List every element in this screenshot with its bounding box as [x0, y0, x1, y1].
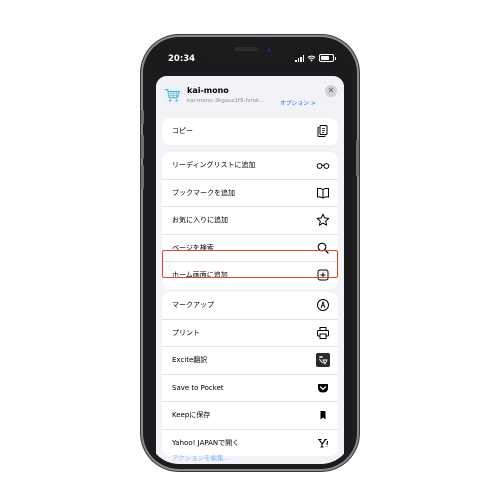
action-reading-list[interactable]: リーディングリストに追加 — [162, 152, 338, 180]
phone-screen: 20:34 kai-mono kai-mono-3kgauz1f5-hirok. — [148, 42, 352, 464]
action-print[interactable]: プリント — [162, 320, 338, 347]
action-label: コピー — [172, 127, 193, 135]
add-square-icon — [317, 269, 329, 281]
battery-icon — [319, 54, 334, 62]
action-copy[interactable]: コピー — [162, 118, 338, 145]
action-label: Keepに保存 — [172, 411, 211, 419]
action-label: Excite翻訳 — [172, 356, 208, 364]
glasses-icon — [316, 163, 330, 169]
close-button[interactable]: ✕ — [325, 85, 337, 97]
speaker — [234, 47, 258, 51]
book-icon — [317, 187, 329, 199]
printer-icon — [317, 326, 329, 339]
action-add-bookmark[interactable]: ブックマークを追加 — [162, 180, 338, 207]
action-group-safari: リーディングリストに追加 ブックマークを追加 お気に入りに追加 ページを検索 ホ… — [162, 152, 338, 289]
action-label: Save to Pocket — [172, 383, 224, 392]
front-camera — [266, 47, 272, 53]
action-label: お気に入りに追加 — [172, 216, 228, 224]
action-label: ホーム画面に追加 — [172, 271, 228, 279]
action-label: マークアップ — [172, 301, 214, 309]
status-icons — [295, 54, 336, 62]
copy-icon — [317, 125, 328, 137]
site-name: kai-mono — [187, 86, 229, 95]
edit-actions-link[interactable]: アクションを編集... — [172, 452, 230, 462]
action-add-to-home-screen[interactable]: ホーム画面に追加 — [162, 262, 338, 289]
star-icon — [316, 213, 330, 226]
share-header: kai-mono kai-mono-3kgauz1f5-hirok... オプシ… — [156, 76, 344, 114]
yahoo-icon — [318, 438, 329, 448]
action-add-favorites[interactable]: お気に入りに追加 — [162, 207, 338, 235]
notch — [202, 42, 298, 59]
action-markup[interactable]: マークアップ — [162, 292, 338, 320]
power-button — [356, 140, 359, 176]
action-save-to-keep[interactable]: Keepに保存 — [162, 402, 338, 430]
markup-icon — [317, 299, 329, 311]
wifi-icon — [307, 55, 316, 62]
volume-up-button — [141, 135, 144, 159]
status-time: 20:34 — [168, 54, 196, 64]
magnifier-icon — [317, 242, 329, 254]
volume-down-button — [141, 165, 144, 189]
excite-icon — [316, 353, 330, 367]
keep-icon — [320, 411, 326, 420]
site-url: kai-mono-3kgauz1f5-hirok... — [187, 98, 265, 104]
action-label: リーディングリストに追加 — [172, 161, 256, 169]
options-link[interactable]: オプション > — [280, 98, 316, 107]
action-save-to-pocket[interactable]: Save to Pocket — [162, 375, 338, 402]
pocket-icon — [318, 383, 328, 392]
action-label: ページを検索 — [172, 243, 214, 252]
action-group-apps: マークアップ プリント Excite翻訳 Save to Pocket Keep… — [162, 292, 338, 456]
cart-icon — [163, 86, 181, 104]
action-group-copy: コピー — [162, 118, 338, 145]
share-sheet: kai-mono kai-mono-3kgauz1f5-hirok... オプシ… — [156, 76, 344, 464]
signal-icon — [295, 55, 304, 62]
action-label: ブックマークを追加 — [172, 188, 235, 197]
battery-tip — [335, 56, 336, 60]
action-label: プリント — [172, 328, 200, 337]
action-find-on-page[interactable]: ページを検索 — [162, 235, 338, 262]
side-button — [141, 110, 144, 124]
action-excite-translate[interactable]: Excite翻訳 — [162, 347, 338, 375]
